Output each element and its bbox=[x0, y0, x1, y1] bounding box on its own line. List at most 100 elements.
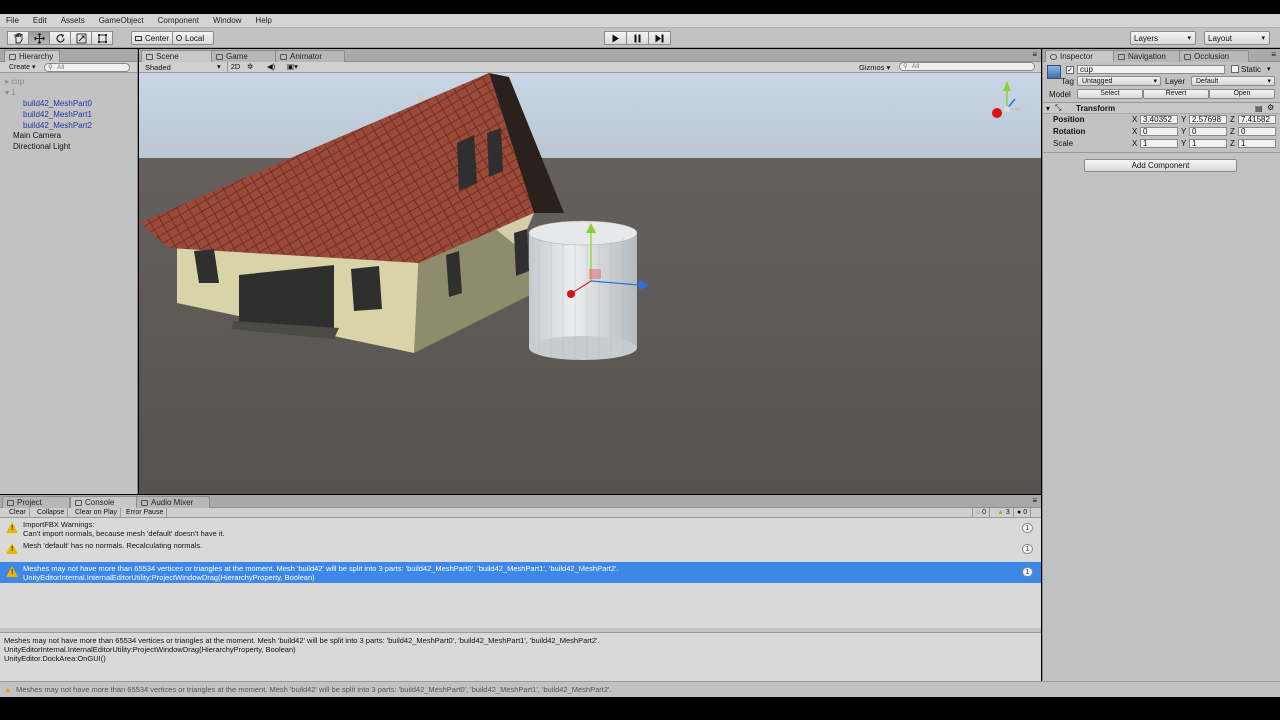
position-z-field[interactable]: 7.41582 bbox=[1238, 115, 1276, 124]
status-bar[interactable]: ▲ Meshes may not have more than 65534 ve… bbox=[0, 681, 1280, 697]
foldout-arrow-icon: ▾ bbox=[1046, 104, 1051, 113]
log-entry-selected[interactable]: Meshes may not have more than 65534 vert… bbox=[0, 562, 1041, 583]
tab-occlusion[interactable]: Occlusion bbox=[1179, 50, 1249, 62]
console-log-list: ImportFBX Warnings: Can't import normals… bbox=[0, 518, 1041, 628]
menu-assets[interactable]: Assets bbox=[61, 16, 85, 25]
rotation-x-field[interactable]: 0 bbox=[1140, 127, 1178, 136]
hierarchy-list-icon bbox=[9, 54, 16, 60]
move-tool-button[interactable] bbox=[28, 31, 50, 45]
gear-icon[interactable]: ⚙ bbox=[1267, 103, 1274, 112]
cup-cylinder bbox=[528, 220, 638, 360]
scene-lighting-icon[interactable]: ✲ bbox=[247, 62, 253, 71]
model-open-button[interactable]: Open bbox=[1209, 89, 1275, 99]
help-book-icon[interactable]: ▤ bbox=[1255, 104, 1263, 113]
transform-tools bbox=[7, 31, 113, 45]
hierarchy-item-meshpart1[interactable]: build42_MeshPart1 bbox=[0, 109, 138, 120]
clear-button[interactable]: Clear bbox=[6, 508, 30, 518]
pivot-mode-button[interactable]: Center bbox=[131, 31, 173, 45]
hierarchy-item-main-camera[interactable]: Main Camera bbox=[0, 130, 138, 141]
pause-button[interactable] bbox=[626, 31, 649, 45]
panel-menu-icon[interactable]: ≡ bbox=[1271, 50, 1276, 59]
layout-dropdown[interactable]: Layout ▾ bbox=[1204, 31, 1270, 45]
panel-menu-icon[interactable]: ≡ bbox=[1032, 50, 1037, 59]
menu-component[interactable]: Component bbox=[158, 16, 199, 25]
model-select-button[interactable]: Select bbox=[1077, 89, 1143, 99]
model-revert-button[interactable]: Revert bbox=[1143, 89, 1209, 99]
panel-menu-icon[interactable]: ≡ bbox=[1032, 496, 1037, 505]
chevron-down-icon[interactable]: ▾ bbox=[1267, 65, 1271, 73]
console-detail-pane[interactable]: Meshes may not have more than 65534 vert… bbox=[0, 632, 1041, 681]
create-dropdown[interactable]: Create ▾ bbox=[6, 63, 38, 71]
tab-game[interactable]: Game bbox=[211, 50, 277, 62]
scene-effects-icon[interactable]: ▣▾ bbox=[287, 62, 298, 71]
step-button[interactable] bbox=[648, 31, 671, 45]
position-y-field[interactable]: 2.57698 bbox=[1189, 115, 1227, 124]
position-x-field[interactable]: 3.40352 bbox=[1140, 115, 1178, 124]
menu-help[interactable]: Help bbox=[255, 16, 271, 25]
console-toolbar: Clear Collapse Clear on Play Error Pause… bbox=[0, 508, 1041, 518]
hierarchy-item-meshpart0[interactable]: build42_MeshPart0 bbox=[0, 98, 138, 109]
hand-tool-button[interactable] bbox=[7, 31, 29, 45]
layers-dropdown[interactable]: Layers ▾ bbox=[1130, 31, 1196, 45]
tab-animator[interactable]: Animator bbox=[275, 50, 345, 62]
scene-viewport[interactable] bbox=[139, 73, 1041, 494]
inspector-tabbar: Inspector Navigation Occlusion ≡ bbox=[1043, 49, 1280, 62]
play-button[interactable] bbox=[604, 31, 627, 45]
tab-inspector[interactable]: Inspector bbox=[1045, 50, 1115, 62]
rotate-tool-button[interactable] bbox=[49, 31, 71, 45]
info-filter-toggle[interactable]: ◌ 0 bbox=[972, 508, 991, 518]
menu-edit[interactable]: Edit bbox=[33, 16, 47, 25]
active-checkbox[interactable]: ✓ bbox=[1066, 66, 1074, 74]
2d-mode-toggle[interactable]: 2D bbox=[227, 62, 243, 72]
gizmos-dropdown[interactable]: Gizmos ▾ bbox=[859, 63, 890, 72]
tag-dropdown[interactable]: Untagged bbox=[1077, 76, 1161, 86]
rotation-y-field[interactable]: 0 bbox=[1189, 127, 1227, 136]
warning-icon: ▲ bbox=[4, 685, 12, 694]
menu-file[interactable]: File bbox=[6, 16, 19, 25]
transform-header[interactable]: ▾ ⤡ Transform ▤ ⚙ bbox=[1043, 102, 1280, 114]
console-icon bbox=[75, 500, 82, 506]
folder-icon bbox=[7, 500, 14, 506]
tab-audio-mixer[interactable]: Audio Mixer bbox=[136, 496, 210, 508]
tab-scene[interactable]: Scene bbox=[141, 50, 213, 62]
search-icon: ⚲ bbox=[903, 63, 908, 70]
pivot-rotation-button[interactable]: Local bbox=[172, 31, 214, 45]
rect-tool-button[interactable] bbox=[91, 31, 113, 45]
layer-dropdown[interactable]: Default bbox=[1191, 76, 1275, 86]
scale-label: Scale bbox=[1053, 139, 1074, 148]
draw-mode-dropdown[interactable]: Shaded bbox=[145, 63, 171, 72]
layout-label: Layout bbox=[1208, 33, 1233, 43]
scale-tool-button[interactable] bbox=[70, 31, 92, 45]
hierarchy-item-1[interactable]: ▾ 1 bbox=[0, 87, 138, 98]
tab-console[interactable]: Console bbox=[70, 496, 138, 508]
warning-icon bbox=[6, 543, 18, 554]
hierarchy-item-directional-light[interactable]: Directional Light bbox=[0, 141, 138, 152]
log-count-badge: 1 bbox=[1022, 544, 1033, 554]
error-pause-button[interactable]: Error Pause bbox=[123, 508, 168, 518]
hierarchy-item-cup[interactable]: ▸ cup bbox=[0, 76, 138, 87]
scale-z-field[interactable]: 1 bbox=[1238, 139, 1276, 148]
tab-hierarchy[interactable]: Hierarchy bbox=[4, 50, 61, 62]
error-filter-toggle[interactable]: ● 0 bbox=[1014, 508, 1032, 518]
rotation-z-field[interactable]: 0 bbox=[1238, 127, 1276, 136]
menu-gameobject[interactable]: GameObject bbox=[99, 16, 144, 25]
object-name-field[interactable]: cup bbox=[1077, 65, 1225, 74]
scale-z-label: Z bbox=[1230, 139, 1235, 148]
static-checkbox[interactable] bbox=[1231, 65, 1239, 73]
warning-filter-toggle[interactable]: ▲ 3 bbox=[994, 508, 1014, 518]
log-entry[interactable]: Mesh 'default' has no normals. Recalcula… bbox=[0, 539, 1041, 560]
warning-icon: ▲ bbox=[997, 509, 1004, 516]
add-component-button[interactable]: Add Component bbox=[1084, 159, 1237, 172]
log-entry[interactable]: ImportFBX Warnings: Can't import normals… bbox=[0, 518, 1041, 539]
menu-window[interactable]: Window bbox=[213, 16, 241, 25]
clear-on-play-button[interactable]: Clear on Play bbox=[72, 508, 122, 518]
hierarchy-toolbar: Create ▾ ⚲ All bbox=[0, 62, 137, 73]
scale-x-field[interactable]: 1 bbox=[1140, 139, 1178, 148]
collapse-button[interactable]: Collapse bbox=[34, 508, 69, 518]
tab-project[interactable]: Project bbox=[2, 496, 70, 508]
scene-audio-icon[interactable]: ◀) bbox=[267, 62, 275, 71]
scene-search-input[interactable]: ⚲ All bbox=[899, 62, 1035, 71]
hierarchy-search-input[interactable]: ⚲ All bbox=[44, 63, 130, 72]
tab-navigation[interactable]: Navigation bbox=[1113, 50, 1181, 62]
scale-y-field[interactable]: 1 bbox=[1189, 139, 1227, 148]
